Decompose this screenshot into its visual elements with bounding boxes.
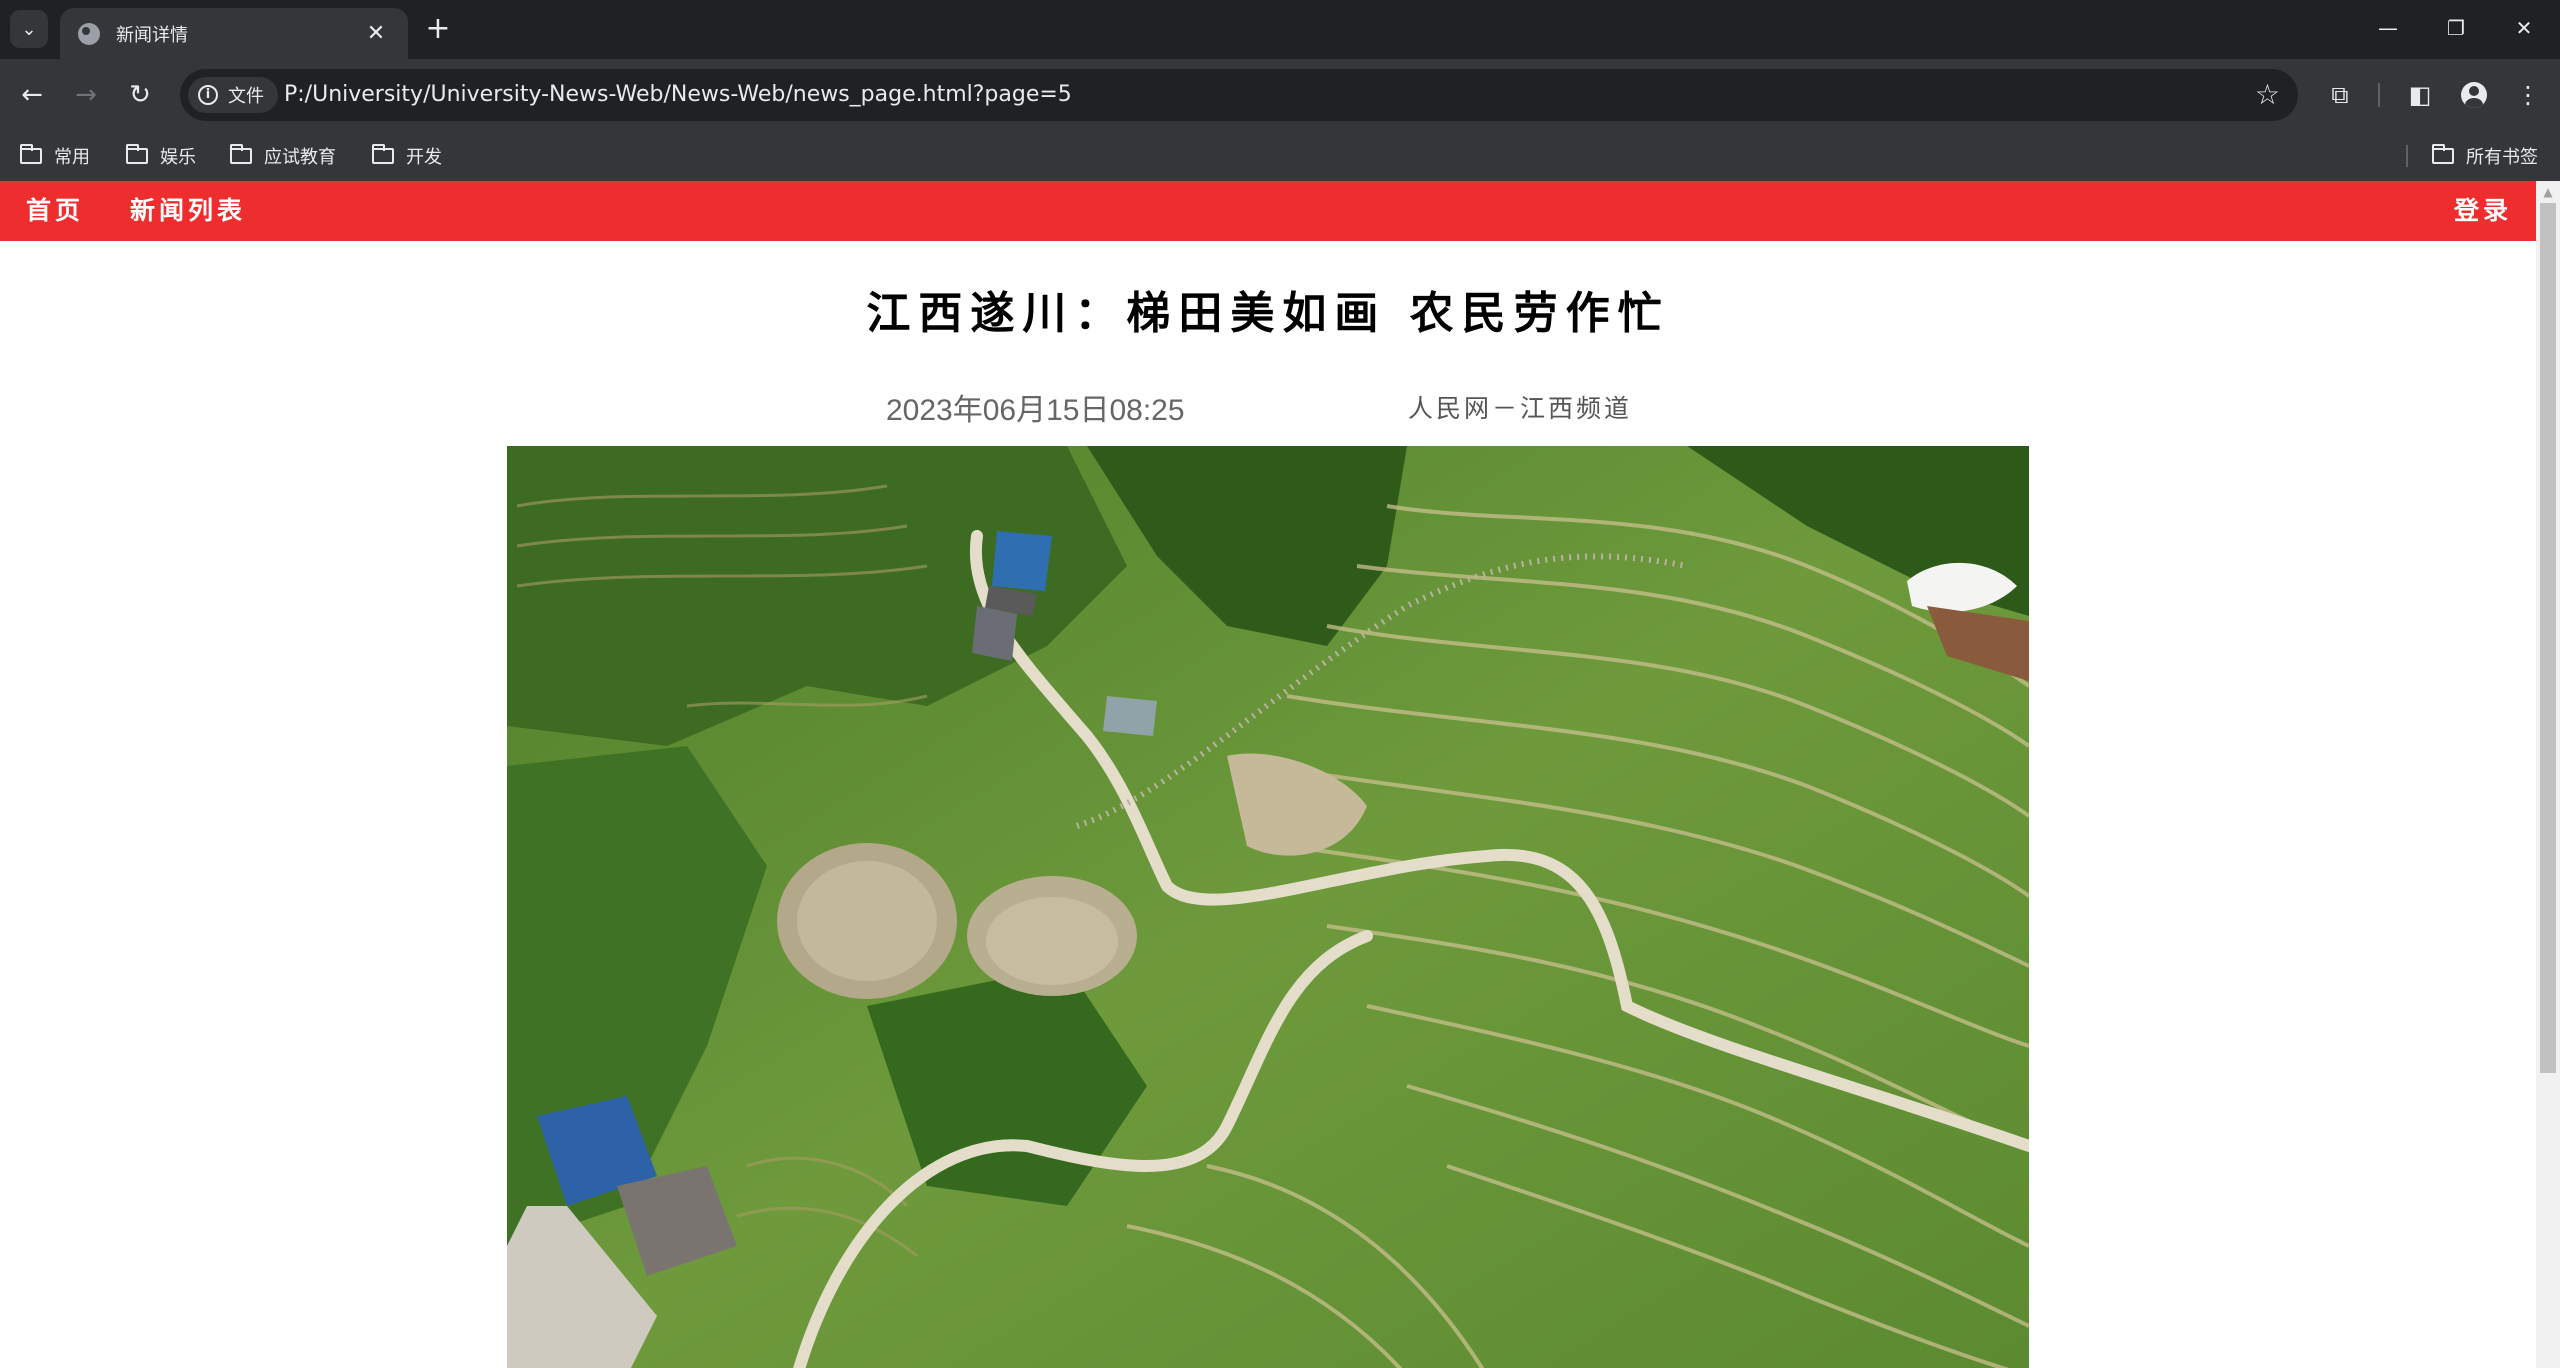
folder-icon: [230, 144, 252, 164]
tab-strip: ⌄ 新闻详情 ✕ + — ❐ ✕: [0, 0, 2560, 59]
restore-icon[interactable]: ❐: [2422, 8, 2490, 48]
tab-search-icon[interactable]: ⌄: [10, 10, 48, 48]
file-label: 文件: [228, 86, 264, 107]
address-bar[interactable]: i 文件 P:/University/University-News-Web/N…: [180, 69, 2298, 121]
bookmarks-bar: 常用 娱乐 应试教育 开发 所有书签: [0, 131, 2560, 181]
folder-icon: [126, 144, 148, 164]
bookmarks-divider: [2406, 145, 2408, 167]
bookmark-label: 常用: [54, 147, 90, 168]
folder-icon: [372, 144, 394, 164]
minimize-icon[interactable]: —: [2354, 8, 2422, 48]
bookmark-folder-entertainment[interactable]: 娱乐: [126, 139, 196, 173]
article-date: 2023年06月15日08:25: [886, 394, 1185, 427]
menu-kebab-icon[interactable]: ⋮: [2508, 75, 2548, 115]
reload-icon[interactable]: ↻: [120, 75, 160, 115]
close-icon[interactable]: ✕: [362, 21, 390, 46]
tab-news-detail[interactable]: 新闻详情 ✕: [60, 8, 408, 59]
nav-news-list-link[interactable]: 新闻列表: [130, 181, 246, 241]
url-text[interactable]: P:/University/University-News-Web/News-W…: [284, 69, 1072, 121]
bookmark-label: 应试教育: [264, 147, 336, 168]
all-bookmarks-button[interactable]: 所有书签: [2432, 139, 2538, 173]
forward-arrow-icon[interactable]: →: [66, 75, 106, 115]
browser-toolbar: ← → ↻ i 文件 P:/University/University-News…: [0, 59, 2560, 131]
nav-home-link[interactable]: 首页: [26, 181, 84, 241]
page-scrollbar[interactable]: ▲: [2536, 181, 2560, 1368]
tab-title: 新闻详情: [116, 24, 188, 46]
globe-icon: [78, 22, 100, 45]
back-arrow-icon[interactable]: ←: [12, 75, 52, 115]
bookmark-star-icon[interactable]: ☆: [2255, 77, 2280, 113]
bookmark-folder-common[interactable]: 常用: [20, 139, 90, 173]
toolbar-divider: [2378, 83, 2380, 107]
article-photo-terraced-fields: [507, 446, 2029, 1368]
site-navbar: 首页 新闻列表 登录: [0, 181, 2536, 241]
nav-login-link[interactable]: 登录: [2454, 181, 2512, 241]
bookmark-label: 开发: [406, 147, 442, 168]
page-viewport: 首页 新闻列表 登录 江西遂川：梯田美如画 农民劳作忙 2023年06月15日0…: [0, 181, 2536, 1368]
scrollbar-thumb[interactable]: [2540, 203, 2556, 1073]
side-panel-icon[interactable]: ◧: [2400, 75, 2440, 115]
folder-icon: [20, 144, 42, 164]
extensions-icon[interactable]: ⧉: [2320, 75, 2360, 115]
article-title: 江西遂川：梯田美如画 农民劳作忙: [866, 288, 1670, 339]
folder-icon: [2432, 144, 2454, 164]
bookmark-folder-exam[interactable]: 应试教育: [230, 139, 336, 173]
new-tab-button[interactable]: +: [420, 12, 456, 48]
info-icon: i: [198, 85, 218, 105]
bookmark-label: 娱乐: [160, 147, 196, 168]
article-source: 人民网－江西频道: [1408, 394, 1633, 423]
bookmark-folder-dev[interactable]: 开发: [372, 139, 442, 173]
profile-avatar-icon[interactable]: [2454, 75, 2494, 115]
window-close-icon[interactable]: ✕: [2490, 8, 2558, 48]
bookmark-label: 所有书签: [2466, 147, 2538, 168]
site-info-chip[interactable]: i 文件: [188, 77, 278, 113]
scroll-up-arrow-icon[interactable]: ▲: [2536, 185, 2560, 199]
